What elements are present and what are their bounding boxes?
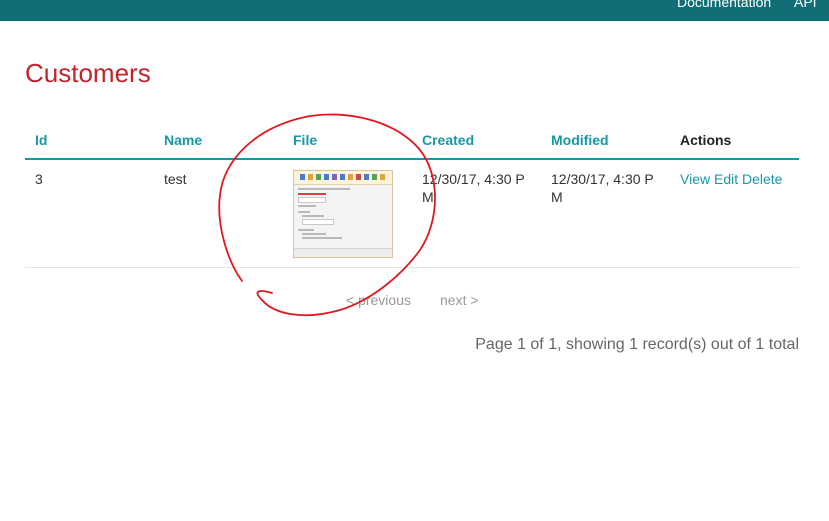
column-header-name[interactable]: Name [154,120,283,160]
nav-link-api[interactable]: API [794,0,817,10]
file-thumbnail-image[interactable] [293,170,393,258]
next-page-link[interactable]: next > [440,292,479,308]
cell-actions: View Edit Delete [670,159,799,268]
pagination-counter: Page 1 of 1, showing 1 record(s) out of … [475,336,799,353]
customers-table-container: Id Name File Created Modified Actions 3 … [25,120,799,268]
previous-page-link[interactable]: < previous [346,292,411,308]
page-title: Customers [25,58,151,88]
table-row: 3 test 12/30/17, 4:30 PM 12/30/17, 4:30 … [25,159,799,268]
delete-link[interactable]: Delete [742,171,782,187]
cell-modified: 12/30/17, 4:30 PM [541,159,670,268]
column-header-actions: Actions [670,120,799,160]
top-navbar: Documentation API [0,0,829,21]
column-header-modified[interactable]: Modified [541,120,670,160]
table-header-row: Id Name File Created Modified Actions [25,120,799,160]
edit-link[interactable]: Edit [714,171,738,187]
cell-file [283,159,412,268]
column-header-id[interactable]: Id [25,120,154,160]
cell-id: 3 [25,159,154,268]
view-link[interactable]: View [680,171,710,187]
column-header-created[interactable]: Created [412,120,541,160]
nav-link-documentation[interactable]: Documentation [677,0,771,10]
column-header-file[interactable]: File [283,120,412,160]
customers-table: Id Name File Created Modified Actions 3 … [25,120,799,268]
cell-name: test [154,159,283,268]
cell-created: 12/30/17, 4:30 PM [412,159,541,268]
